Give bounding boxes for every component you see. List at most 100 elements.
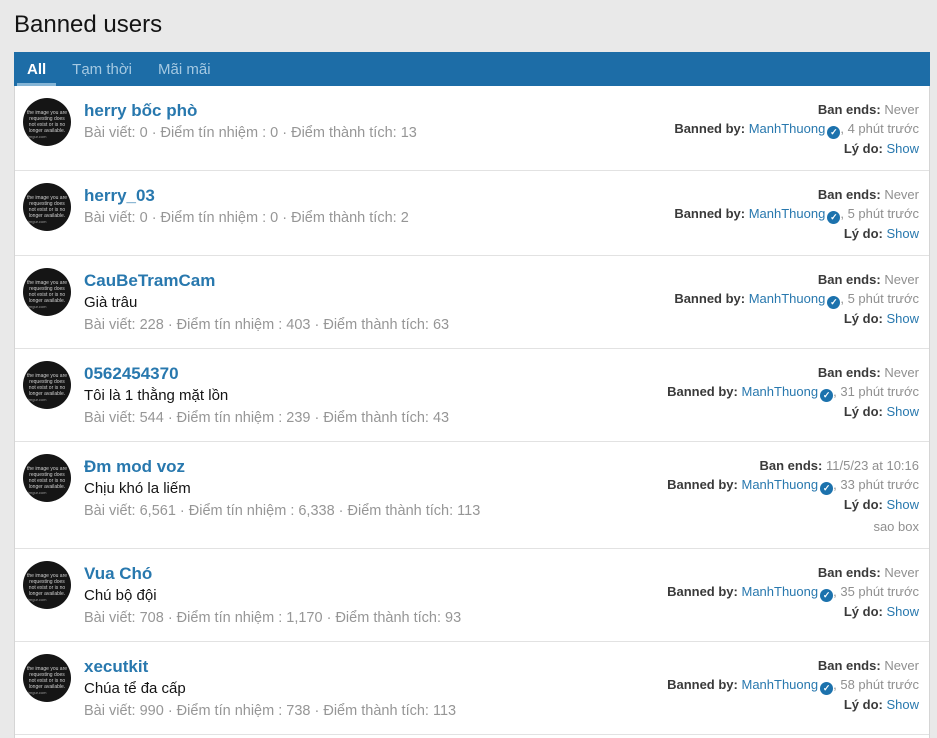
banned-user-row: the image you are requesting does not ex…: [15, 170, 929, 255]
avatar[interactable]: the image you are requesting does not ex…: [23, 183, 71, 231]
tab-mãi-mãi[interactable]: Mãi mãi: [145, 52, 224, 86]
ban-ends-label: Ban ends:: [818, 365, 884, 380]
tab-all[interactable]: All: [14, 52, 59, 86]
avatar-placeholder-text: the image you are requesting does not ex…: [26, 195, 68, 219]
reason-line: Lý do: Show: [674, 139, 919, 158]
ban-ends-value: Never: [884, 272, 919, 287]
ban-ends-line: Ban ends: Never: [674, 100, 919, 119]
ban-ends-value: Never: [884, 365, 919, 380]
avatar-placeholder-text: the image you are requesting does not ex…: [26, 373, 68, 397]
ban-ends-value: Never: [884, 658, 919, 673]
username-link[interactable]: herry_03: [84, 184, 155, 207]
ban-info: Ban ends: Never Banned by: ManhThuong✓, …: [674, 98, 919, 158]
username-link[interactable]: xecutkit: [84, 655, 148, 678]
username-link[interactable]: herry bốc phò: [84, 99, 197, 122]
banned-by-link[interactable]: ManhThuong: [749, 206, 826, 221]
tab-tạm-thời[interactable]: Tạm thời: [59, 52, 145, 86]
username-link[interactable]: 0562454370: [84, 362, 179, 385]
show-reason-link[interactable]: Show: [886, 404, 919, 419]
user-title: Chúa tể đa cấp: [84, 678, 667, 700]
banned-by-link[interactable]: ManhThuong: [741, 384, 818, 399]
username-link[interactable]: Vua Chó: [84, 562, 152, 585]
avatar-domain-text: imgur.com: [28, 690, 46, 696]
ban-ends-line: Ban ends: Never: [674, 185, 919, 204]
user-info: Đm mod voz Chịu khó la liếm Bài viết: 6,…: [71, 454, 667, 522]
banned-by-link[interactable]: ManhThuong: [741, 477, 818, 492]
banned-users-list: the image you are requesting does not ex…: [14, 86, 930, 738]
banned-by-line: Banned by: ManhThuong✓, 35 phút trước: [667, 582, 919, 602]
banned-by-line: Banned by: ManhThuong✓, 5 phút trước: [674, 204, 919, 224]
show-reason-link[interactable]: Show: [886, 497, 919, 512]
show-reason-link[interactable]: Show: [886, 604, 919, 619]
banned-by-label: Banned by:: [667, 677, 741, 692]
verified-badge-icon: ✓: [827, 296, 840, 309]
user-stats: Bài viết: 0 · Điểm tín nhiệm : 0 · Điểm …: [84, 122, 674, 144]
avatar[interactable]: the image you are requesting does not ex…: [23, 268, 71, 316]
banned-time: , 33 phút trước: [833, 477, 919, 492]
username-link[interactable]: Đm mod voz: [84, 455, 185, 478]
ban-ends-label: Ban ends:: [818, 658, 884, 673]
avatar[interactable]: the image you are requesting does not ex…: [23, 361, 71, 409]
ban-ends-label: Ban ends:: [818, 272, 884, 287]
avatar[interactable]: the image you are requesting does not ex…: [23, 98, 71, 146]
avatar-placeholder-text: the image you are requesting does not ex…: [26, 666, 68, 690]
user-info: Vua Chó Chú bộ đội Bài viết: 708 · Điểm …: [71, 561, 667, 629]
user-stats: Bài viết: 0 · Điểm tín nhiệm : 0 · Điểm …: [84, 207, 674, 229]
verified-badge-icon: ✓: [820, 389, 833, 402]
ban-ends-label: Ban ends:: [818, 565, 884, 580]
avatar-domain-text: imgur.com: [28, 490, 46, 496]
banned-user-row: the image you are requesting does not ex…: [15, 734, 929, 738]
banned-by-link[interactable]: ManhThuong: [749, 291, 826, 306]
ban-ends-line: Ban ends: Never: [674, 270, 919, 289]
banned-by-link[interactable]: ManhThuong: [749, 121, 826, 136]
banned-by-label: Banned by:: [674, 291, 748, 306]
reason-label: Lý do:: [844, 497, 887, 512]
avatar-domain-text: imgur.com: [28, 397, 46, 403]
verified-badge-icon: ✓: [827, 126, 840, 139]
verified-badge-icon: ✓: [827, 211, 840, 224]
reason-line: Lý do: Show: [667, 602, 919, 621]
user-title: Chịu khó la liếm: [84, 478, 667, 500]
show-reason-link[interactable]: Show: [886, 311, 919, 326]
banned-by-label: Banned by:: [667, 477, 741, 492]
username-link[interactable]: CauBeTramCam: [84, 269, 215, 292]
banned-by-line: Banned by: ManhThuong✓, 33 phút trước: [667, 475, 919, 495]
banned-by-link[interactable]: ManhThuong: [741, 677, 818, 692]
user-info: herry bốc phò Bài viết: 0 · Điểm tín nhi…: [71, 98, 674, 144]
banned-by-line: Banned by: ManhThuong✓, 5 phút trước: [674, 289, 919, 309]
user-info: herry_03 Bài viết: 0 · Điểm tín nhiệm : …: [71, 183, 674, 229]
ban-ends-value: Never: [884, 565, 919, 580]
avatar[interactable]: the image you are requesting does not ex…: [23, 454, 71, 502]
banned-user-row: the image you are requesting does not ex…: [15, 548, 929, 641]
verified-badge-icon: ✓: [820, 682, 833, 695]
ban-info: Ban ends: Never Banned by: ManhThuong✓, …: [667, 561, 919, 621]
banned-time: , 5 phút trước: [840, 206, 919, 221]
user-stats: Bài viết: 6,561 · Điểm tín nhiệm : 6,338…: [84, 500, 667, 522]
banned-time: , 31 phút trước: [833, 384, 919, 399]
ban-ends-value: 11/5/23 at 10:16: [826, 458, 919, 473]
banned-by-label: Banned by:: [674, 206, 748, 221]
avatar[interactable]: the image you are requesting does not ex…: [23, 654, 71, 702]
banned-by-line: Banned by: ManhThuong✓, 58 phút trước: [667, 675, 919, 695]
reason-line: Lý do: Show: [667, 495, 919, 514]
ban-ends-value: Never: [884, 102, 919, 117]
user-info: 0562454370 Tôi là 1 thằng mặt lồn Bài vi…: [71, 361, 667, 429]
ban-extra: sao box: [667, 517, 919, 536]
ban-ends-line: Ban ends: Never: [667, 563, 919, 582]
avatar-domain-text: imgur.com: [28, 134, 46, 140]
banned-user-row: the image you are requesting does not ex…: [15, 255, 929, 348]
show-reason-link[interactable]: Show: [886, 141, 919, 156]
reason-label: Lý do:: [844, 697, 887, 712]
show-reason-link[interactable]: Show: [886, 226, 919, 241]
banned-time: , 5 phút trước: [840, 291, 919, 306]
show-reason-link[interactable]: Show: [886, 697, 919, 712]
reason-label: Lý do:: [844, 604, 887, 619]
banned-user-row: the image you are requesting does not ex…: [15, 441, 929, 548]
banned-by-link[interactable]: ManhThuong: [741, 584, 818, 599]
banned-user-row: the image you are requesting does not ex…: [15, 348, 929, 441]
avatar[interactable]: the image you are requesting does not ex…: [23, 561, 71, 609]
ban-info: Ban ends: Never Banned by: ManhThuong✓, …: [667, 654, 919, 714]
reason-line: Lý do: Show: [667, 695, 919, 714]
ban-info: Ban ends: Never Banned by: ManhThuong✓, …: [674, 183, 919, 243]
ban-info: Ban ends: 11/5/23 at 10:16 Banned by: Ma…: [667, 454, 919, 536]
